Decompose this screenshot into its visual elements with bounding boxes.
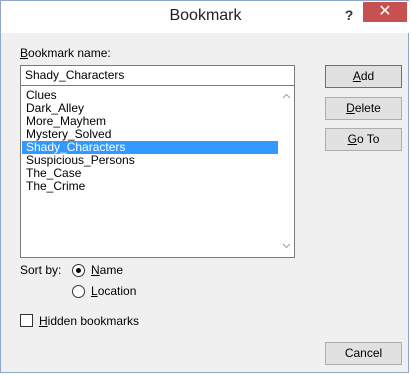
list-scrollbar[interactable] <box>278 86 294 256</box>
sort-location-label[interactable]: Location <box>91 284 136 298</box>
bookmark-name-label: Bookmark name: <box>20 46 111 60</box>
close-button[interactable]: ✕ <box>363 2 407 22</box>
sort-location-radio[interactable] <box>72 285 85 298</box>
bookmark-list[interactable]: Clues Dark_Alley More_Mayhem Mystery_Sol… <box>20 86 295 258</box>
hidden-bookmarks-label[interactable]: Hidden bookmarks <box>39 314 139 328</box>
delete-button[interactable]: Delete <box>325 97 402 120</box>
list-item[interactable]: The_Crime <box>22 180 293 193</box>
chevron-up-icon[interactable] <box>278 88 294 104</box>
title-bar: Bookmark ? ✕ <box>1 1 410 33</box>
hidden-bookmarks-checkbox[interactable] <box>20 314 33 327</box>
bookmark-dialog: Bookmark ? ✕ Bookmark name: Shady_Charac… <box>0 0 410 373</box>
help-button[interactable]: ? <box>337 4 361 26</box>
chevron-down-icon[interactable] <box>278 238 294 254</box>
sort-name-label[interactable]: Name <box>91 263 123 277</box>
sort-name-radio[interactable] <box>72 264 85 277</box>
radio-selected-dot <box>76 268 81 273</box>
add-button[interactable]: Add <box>325 65 402 88</box>
cancel-button[interactable]: Cancel <box>325 342 402 365</box>
bookmark-name-input[interactable]: Shady_Characters <box>20 65 295 86</box>
go-to-button[interactable]: Go To <box>325 128 402 151</box>
sort-by-label: Sort by: <box>20 263 62 277</box>
